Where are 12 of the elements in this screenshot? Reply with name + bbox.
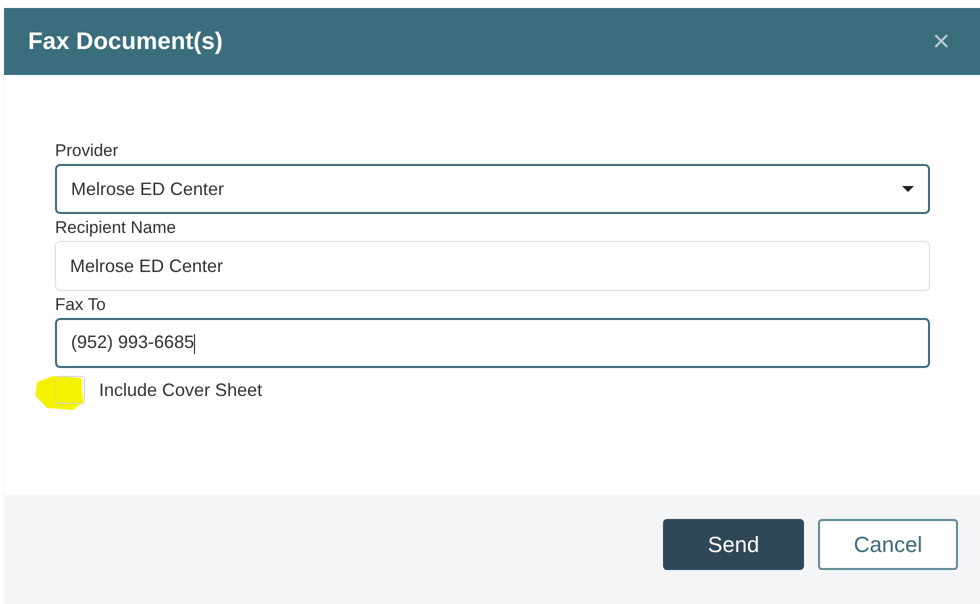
field-label: Provider — [55, 141, 120, 161]
field-label: Recipient Name — [55, 218, 177, 238]
checkbox[interactable] — [55, 376, 85, 404]
field-label: Fax To — [55, 295, 107, 315]
checkbox-label: Include Cover Sheet — [99, 380, 262, 400]
input-field[interactable]: (952) 993-6685 — [55, 318, 930, 368]
select-field[interactable]: Melrose ED Center — [55, 164, 930, 214]
input-field[interactable]: Melrose ED Center — [55, 241, 930, 291]
dialog-title: Fax Document(s) — [28, 28, 223, 56]
send-button[interactable]: Send — [663, 519, 804, 570]
cancel-button[interactable]: Cancel — [818, 519, 958, 570]
caret-icon — [902, 185, 914, 193]
